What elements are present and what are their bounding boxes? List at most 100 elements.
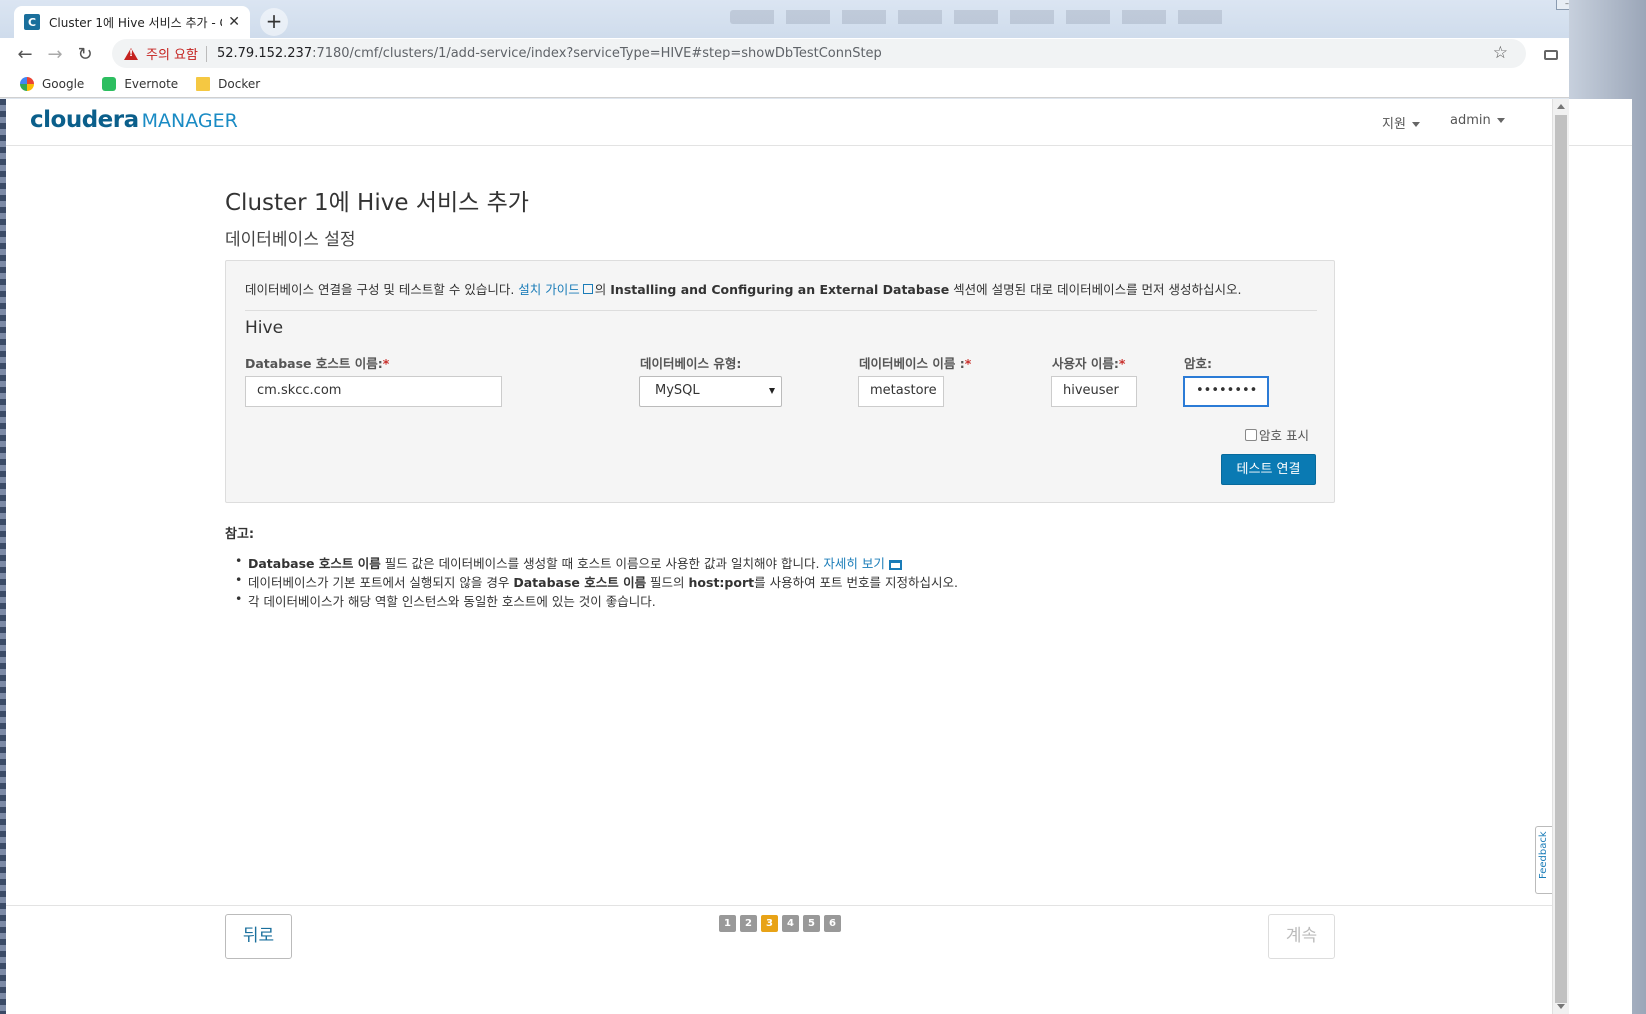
- username-input[interactable]: hiveuser: [1051, 376, 1137, 407]
- service-name: Hive: [245, 318, 284, 338]
- step-2[interactable]: 2: [740, 915, 757, 932]
- chevron-down-icon: [1411, 122, 1420, 127]
- note-text: 필드 값은 데이터베이스를 생성할 때 호스트 이름으로 사용한 값과 일치해야…: [380, 556, 824, 571]
- cloudera-manager-page: cloudera MANAGER 지원 admin Cluster 1에 Hive…: [6, 99, 1632, 1014]
- bookmark-label: Evernote: [124, 76, 179, 91]
- bookmarks-bar: Google Evernote Docker: [0, 70, 1646, 98]
- note-bold: Database 호스트 이름: [513, 575, 647, 590]
- page-title: Cluster 1에 Hive 서비스 추가: [225, 190, 529, 216]
- continue-button: 계속: [1268, 914, 1335, 959]
- db-type-select[interactable]: MySQL: [639, 376, 782, 407]
- user-menu[interactable]: admin: [1450, 113, 1505, 128]
- logo-sub: MANAGER: [141, 110, 238, 132]
- note-text: 를 사용하여 포트 번호를 지정하십시오.: [754, 575, 958, 590]
- popup-window-icon[interactable]: [888, 559, 902, 570]
- install-guide-link[interactable]: 설치 가이드: [518, 282, 579, 297]
- bookmark-star-icon[interactable]: ☆: [1493, 43, 1508, 63]
- checkbox-icon[interactable]: [1245, 428, 1257, 441]
- db-name-input[interactable]: metastore: [858, 376, 944, 407]
- show-password-checkbox[interactable]: 암호 표시: [1245, 425, 1309, 444]
- intro-before: 데이터베이스 연결을 구성 및 테스트할 수 있습니다.: [245, 282, 519, 297]
- back-button[interactable]: 뒤로: [225, 914, 292, 959]
- note-text: 데이터베이스가 기본 포트에서 실행되지 않을 경우: [248, 575, 514, 590]
- google-icon: [20, 76, 34, 91]
- logo-main: cloudera: [30, 107, 139, 133]
- new-tab-button[interactable]: +: [260, 8, 288, 36]
- page-scrollbar[interactable]: [1552, 99, 1569, 1014]
- note-text: 각 데이터베이스가 해당 역할 인스턴스와 동일한 호스트에 있는 것이 좋습니…: [248, 594, 656, 609]
- step-4[interactable]: 4: [782, 915, 799, 932]
- url-host: 52.79.152.237: [216, 46, 313, 61]
- scrollbar-thumb[interactable]: [1555, 115, 1567, 1003]
- step-1[interactable]: 1: [719, 915, 736, 932]
- url-path: :7180/cmf/clusters/1/add-service/index?s…: [312, 46, 882, 61]
- database-setup-panel: 데이터베이스 연결을 구성 및 테스트할 수 있습니다. 설치 가이드 의 Ins…: [225, 260, 1335, 503]
- reload-icon[interactable]: ↻: [70, 44, 100, 65]
- notes-title: 참고:: [225, 527, 255, 542]
- address-bar[interactable]: 주의 요함 52.79.152.237:7180/cmf/clusters/1/…: [112, 39, 1526, 68]
- external-link-icon[interactable]: [582, 284, 593, 294]
- intro-mid: 의: [594, 282, 611, 297]
- divider: [245, 310, 1317, 311]
- address-separator: [205, 45, 207, 62]
- required-mark: *: [382, 356, 390, 371]
- username-label-text: 사용자 이름:: [1052, 356, 1119, 371]
- show-password-label: 암호 표시: [1259, 428, 1309, 443]
- bookmark-label: Docker: [218, 76, 261, 91]
- bookmark-docker[interactable]: Docker: [196, 76, 261, 91]
- blurred-region: [730, 10, 1230, 24]
- tab-title: Cluster 1에 Hive 서비스 추가 - C: [49, 15, 223, 30]
- cloudera-manager-logo[interactable]: cloudera MANAGER: [30, 107, 238, 133]
- back-arrow-icon[interactable]: ←: [10, 44, 40, 65]
- host-label: Database 호스트 이름:*: [245, 353, 389, 372]
- bookmark-evernote[interactable]: Evernote: [102, 76, 179, 91]
- password-input[interactable]: ••••••••: [1183, 376, 1269, 407]
- test-connection-button[interactable]: 테스트 연결: [1221, 454, 1316, 485]
- step-3-current[interactable]: 3: [761, 915, 778, 932]
- host-label-text: Database 호스트 이름:: [245, 356, 383, 371]
- scroll-up-icon[interactable]: [1557, 104, 1565, 109]
- db-name-label: 데이터베이스 이름 :*: [859, 353, 971, 372]
- security-warning[interactable]: 주의 요함: [146, 44, 198, 63]
- feedback-label: Feedback: [1538, 831, 1549, 879]
- user-menu-label: admin: [1450, 113, 1491, 128]
- more-info-link[interactable]: 자세히 보기: [823, 556, 884, 571]
- db-name-label-text: 데이터베이스 이름 :: [859, 356, 965, 371]
- chevron-down-icon: [1496, 118, 1505, 123]
- step-indicator: 1 2 3 4 5 6: [719, 915, 845, 932]
- cloudera-favicon-icon: C: [24, 14, 40, 30]
- scroll-down-icon[interactable]: [1557, 1004, 1565, 1009]
- close-tab-icon[interactable]: ✕: [228, 14, 240, 30]
- username-label: 사용자 이름:*: [1052, 353, 1125, 372]
- db-type-value: MySQL: [655, 383, 700, 398]
- step-5[interactable]: 5: [803, 915, 820, 932]
- required-mark: *: [964, 356, 972, 371]
- browser-toolbar: ← → ↻ 주의 요함 52.79.152.237:7180/cmf/clust…: [0, 38, 1646, 70]
- evernote-icon: [102, 76, 117, 91]
- browser-tab[interactable]: C Cluster 1에 Hive 서비스 추가 - C ✕: [14, 6, 250, 38]
- list-item: 각 데이터베이스가 해당 역할 인스턴스와 동일한 호스트에 있는 것이 좋습니…: [235, 591, 958, 610]
- browser-titlebar: C Cluster 1에 Hive 서비스 추가 - C ✕ + – □ ×: [0, 0, 1646, 38]
- note-bold: host:port: [688, 575, 755, 590]
- notes-list: Database 호스트 이름 필드 값은 데이터베이스를 생성할 때 호스트 …: [235, 553, 958, 610]
- support-menu-label: 지원: [1382, 117, 1406, 132]
- forward-arrow-icon[interactable]: →: [40, 44, 70, 65]
- app-header: cloudera MANAGER 지원 admin: [6, 99, 1632, 146]
- step-6[interactable]: 6: [824, 915, 841, 932]
- password-label: 암호:: [1184, 356, 1212, 371]
- list-item: Database 호스트 이름 필드 값은 데이터베이스를 생성할 때 호스트 …: [235, 553, 958, 572]
- intro-after: 섹션에 설명된 대로 데이터베이스를 먼저 생성하십시오.: [949, 282, 1242, 297]
- folder-icon: [196, 76, 211, 91]
- bookmark-label: Google: [42, 76, 85, 91]
- wizard-footer: 뒤로 1 2 3 4 5 6 계속: [6, 905, 1554, 1014]
- dropdown-arrow-icon: [769, 388, 775, 394]
- cast-icon[interactable]: [1532, 45, 1570, 64]
- warning-icon: [124, 47, 138, 60]
- bookmark-google[interactable]: Google: [20, 76, 85, 91]
- intro-bold: Installing and Configuring an External D…: [610, 282, 950, 297]
- db-type-label: 데이터베이스 유형:: [640, 356, 742, 371]
- list-item: 데이터베이스가 기본 포트에서 실행되지 않을 경우 Database 호스트 …: [235, 572, 958, 591]
- note-bold: Database 호스트 이름: [248, 556, 381, 571]
- support-menu[interactable]: 지원: [1382, 113, 1420, 132]
- host-input[interactable]: cm.skcc.com: [245, 376, 502, 407]
